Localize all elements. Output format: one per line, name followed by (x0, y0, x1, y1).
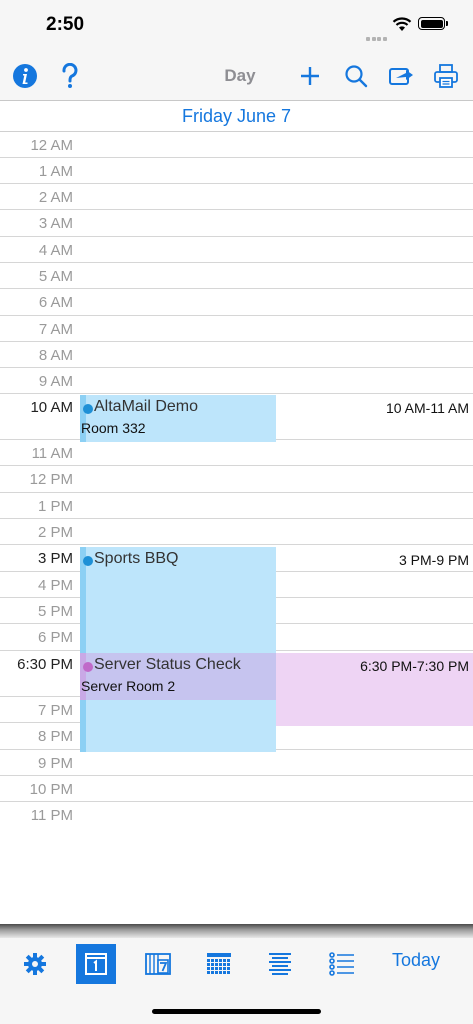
view-title: Day (224, 66, 256, 85)
event-server-status-check[interactable]: Server Status Check Server Room 2 (80, 653, 276, 700)
agenda-view-icon[interactable] (260, 944, 300, 984)
hour-row[interactable]: 9 AM (0, 368, 473, 394)
today-button[interactable]: Today (392, 950, 440, 971)
event-dot-icon (83, 662, 93, 672)
search-icon[interactable] (340, 60, 372, 92)
week-view-icon[interactable] (138, 944, 178, 984)
hour-row[interactable]: 7 AM (0, 316, 473, 342)
hour-row[interactable]: 2 AM (0, 184, 473, 210)
hour-label: 11 AM (31, 445, 73, 462)
hour-label: 6:30 PM (17, 656, 73, 673)
event-time-range: 6:30 PM-7:30 PM (360, 658, 469, 674)
add-icon[interactable] (294, 60, 326, 92)
month-view-icon[interactable] (199, 944, 239, 984)
hour-label: 4 PM (37, 577, 73, 594)
hour-row[interactable]: 1 PM (0, 493, 473, 519)
hour-label: 11 PM (30, 807, 73, 824)
list-view-icon[interactable] (322, 944, 362, 984)
home-indicator (152, 1009, 321, 1014)
hour-row[interactable]: 2 PM (0, 519, 473, 545)
event-dot-icon (83, 404, 93, 414)
settings-icon[interactable] (15, 944, 55, 984)
event-time-range: 3 PM-9 PM (398, 552, 469, 568)
event-title: Server Status Check (94, 656, 241, 673)
print-icon[interactable] (430, 60, 462, 92)
hour-label: 6 AM (38, 294, 73, 311)
share-icon[interactable] (385, 60, 417, 92)
hour-row[interactable]: 11 PM (0, 802, 473, 828)
hour-label: 3 AM (38, 215, 73, 232)
hour-row[interactable]: 12 PM (0, 466, 473, 493)
event-title: AltaMail Demo (94, 398, 199, 415)
hour-label: 7 AM (38, 321, 73, 338)
hour-row[interactable]: 10 PM (0, 776, 473, 802)
hour-label: 6 PM (37, 629, 73, 646)
hour-row[interactable]: 5 AM (0, 263, 473, 289)
hour-label: 7 PM (37, 702, 73, 719)
date-header[interactable]: Friday June 7 (0, 101, 473, 132)
hour-label: 10 AM (30, 399, 73, 416)
event-location: Room 332 (81, 420, 146, 436)
hour-row[interactable]: 12 AM (0, 132, 473, 158)
hour-label: 5 AM (38, 268, 73, 285)
hour-row[interactable]: 8 AM (0, 342, 473, 368)
status-bar: 2:50 (0, 0, 473, 52)
hour-row[interactable]: 1 AM (0, 158, 473, 184)
status-time: 2:50 (46, 14, 85, 35)
hour-row[interactable]: 11 AM (0, 440, 473, 466)
hour-label: 10 PM (29, 781, 73, 798)
hour-label: 8 PM (37, 728, 73, 745)
event-dot-icon (83, 556, 93, 566)
hour-label: 1 AM (38, 163, 73, 180)
hour-row[interactable]: 6 AM (0, 289, 473, 316)
hour-label: 12 AM (30, 137, 73, 154)
day-view-icon[interactable] (76, 944, 116, 984)
hour-label: 2 AM (38, 189, 73, 206)
cellular-signal-icon (366, 28, 388, 46)
event-location: Server Room 2 (81, 678, 176, 694)
hour-label: 5 PM (37, 603, 73, 620)
event-altamail-demo[interactable]: AltaMail Demo Room 332 (80, 395, 276, 442)
hour-label: 9 PM (37, 755, 73, 772)
help-icon[interactable] (54, 60, 86, 92)
info-icon[interactable] (9, 60, 41, 92)
toolbar: Day (0, 52, 473, 101)
battery-icon (418, 17, 445, 30)
hour-row[interactable]: 3 AM (0, 210, 473, 237)
hour-label: 2 PM (37, 524, 73, 541)
hour-label: 12 PM (29, 471, 73, 488)
hour-label: 8 AM (38, 347, 73, 364)
wifi-icon (392, 17, 412, 31)
hour-label: 1 PM (37, 498, 73, 515)
event-time-range: 10 AM-11 AM (385, 400, 469, 416)
hour-label: 3 PM (37, 550, 73, 567)
hour-label: 9 AM (38, 373, 73, 390)
hour-label: 4 AM (38, 242, 73, 259)
hour-row[interactable]: 9 PM (0, 750, 473, 776)
event-block-sports-bbq[interactable]: Sports BBQ (80, 547, 276, 752)
event-title: Sports BBQ (94, 550, 179, 567)
hour-row[interactable]: 4 AM (0, 237, 473, 263)
